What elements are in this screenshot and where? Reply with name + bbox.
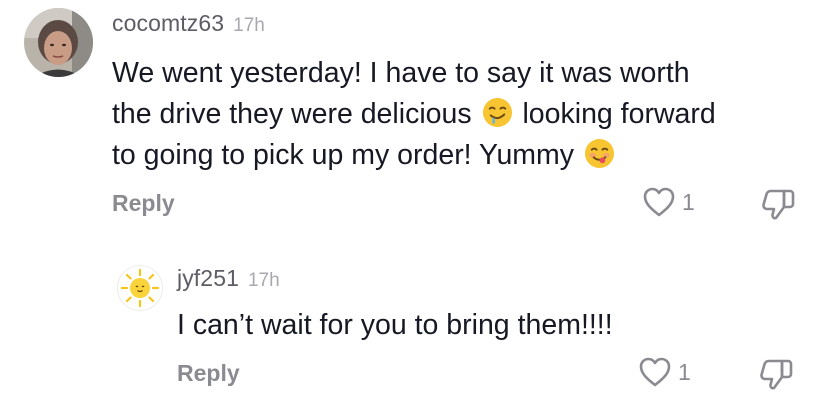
heart-icon[interactable] [638, 356, 672, 388]
like-button[interactable]: 1 [642, 186, 695, 218]
comment-text-line: We went yesterday! I have to say it was … [112, 57, 690, 89]
comment-timestamp: 17h [233, 15, 265, 36]
like-count: 1 [682, 188, 695, 215]
avatar[interactable] [24, 8, 93, 77]
reply-button[interactable]: Reply [177, 360, 240, 387]
comment-text-segment: the drive they were delicious [112, 98, 472, 130]
heart-icon[interactable] [642, 186, 676, 218]
comment-timestamp: 17h [247, 270, 280, 291]
comment-username[interactable]: cocomtz63 [112, 10, 224, 37]
like-button[interactable]: 1 [638, 356, 691, 388]
comment-username[interactable]: jyf251 [177, 265, 239, 292]
avatar[interactable] [117, 265, 163, 311]
comment-text-segment: to going to pick up my order! Yummy [112, 139, 575, 171]
drooling-face-emoji-icon [482, 97, 513, 128]
comment-text-line-group: to going to pick up my order! Yummy [112, 135, 812, 176]
comment-text-segment: looking forward [522, 98, 716, 130]
like-count: 1 [678, 358, 691, 385]
comment-text: We went yesterday! I have to say it was … [112, 53, 812, 176]
comment-text-line-group: the drive they were delicious looking fo… [112, 94, 812, 135]
comment-text: I can’t wait for you to bring them!!!! [177, 309, 613, 341]
savoring-food-emoji-icon [584, 138, 615, 169]
dislike-thumbs-down-icon[interactable] [758, 357, 794, 391]
reply-button[interactable]: Reply [112, 190, 175, 217]
dislike-thumbs-down-icon[interactable] [760, 187, 796, 221]
